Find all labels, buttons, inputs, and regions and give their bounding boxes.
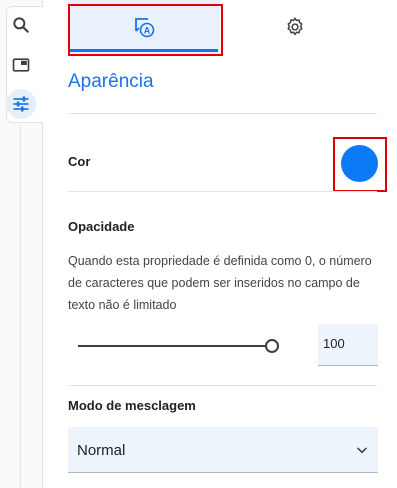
tab-appearance[interactable]: A	[68, 0, 220, 54]
blend-mode-label: Modo de mesclagem	[68, 398, 196, 413]
section-divider	[68, 113, 377, 114]
opacity-slider-thumb[interactable]	[265, 339, 279, 353]
section-title: Aparência	[68, 71, 154, 92]
appearance-panel: Aparência Cor Opacidade Quando esta prop…	[43, 54, 397, 488]
chevron-down-icon	[357, 447, 367, 454]
tab-bar: A	[43, 0, 397, 56]
color-swatch-button[interactable]	[341, 145, 378, 182]
rail-tune-button[interactable]	[6, 89, 36, 119]
active-tab-indicator	[70, 49, 218, 52]
blend-mode-selected-value: Normal	[77, 442, 126, 459]
gear-icon	[287, 17, 303, 36]
color-divider	[68, 191, 377, 192]
svg-text:A: A	[144, 26, 151, 36]
picture-in-picture-icon	[12, 58, 30, 72]
search-icon	[13, 17, 29, 33]
opacity-description: Quando esta propriedade é definida como …	[68, 254, 372, 312]
blend-mode-select[interactable]: Normal	[68, 427, 378, 473]
opacity-value-field[interactable]: 100	[318, 324, 378, 366]
rail-search-button[interactable]	[6, 10, 36, 40]
opacity-label: Opacidade	[68, 219, 135, 234]
tab-settings[interactable]	[220, 0, 370, 54]
opacity-slider-track[interactable]	[78, 345, 272, 347]
rail-picture-in-picture-button[interactable]	[6, 50, 36, 80]
tune-sliders-icon	[13, 96, 29, 112]
opacity-divider	[68, 385, 377, 386]
appearance-icon: A	[135, 18, 155, 38]
rail-divider-line	[20, 124, 21, 488]
color-label: Cor	[68, 154, 91, 169]
left-rail	[0, 0, 43, 488]
